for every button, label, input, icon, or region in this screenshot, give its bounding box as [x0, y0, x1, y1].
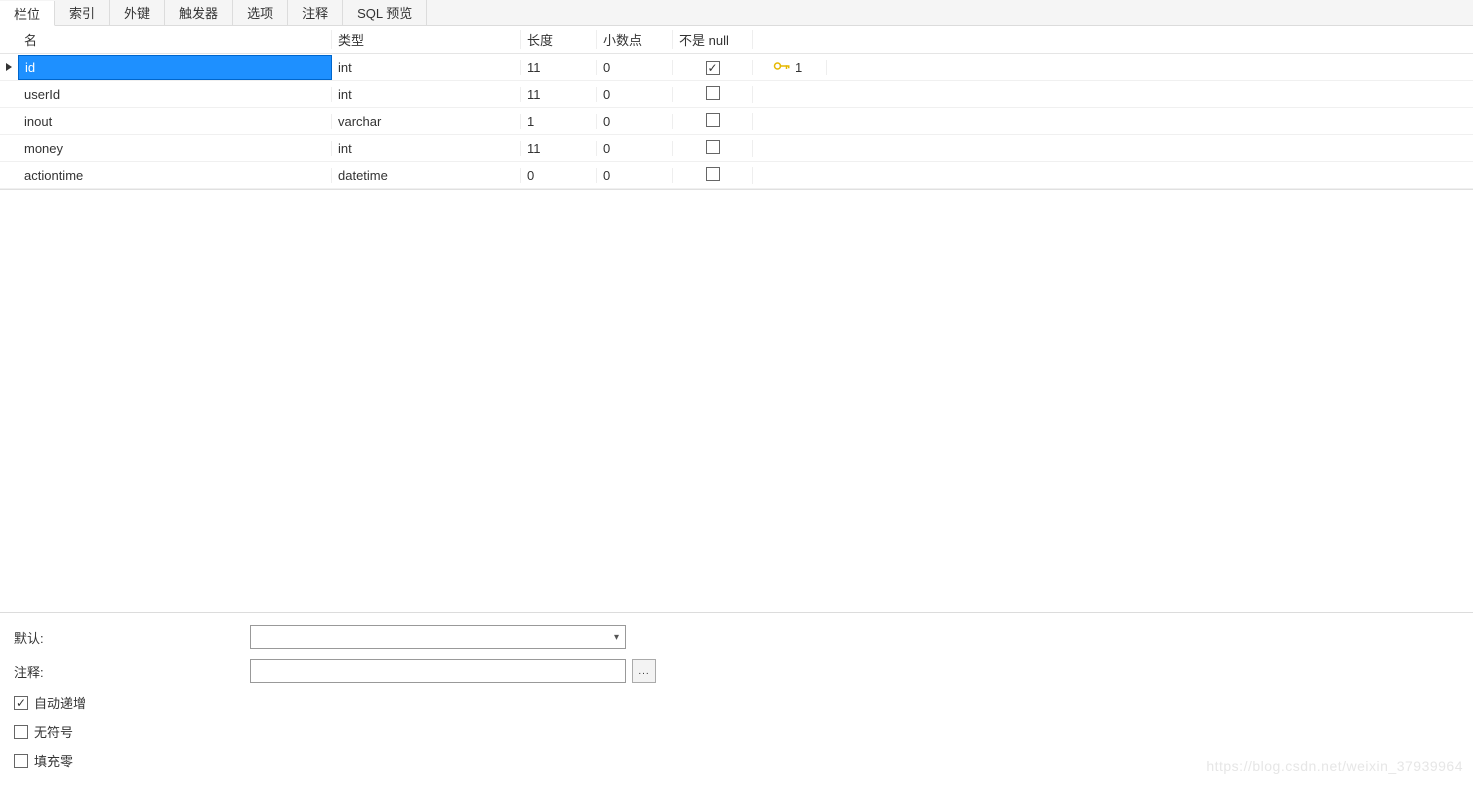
tab-5[interactable]: 注释: [288, 0, 343, 25]
table-row[interactable]: idint110 1: [0, 54, 1473, 81]
cell-length[interactable]: 11: [521, 87, 597, 102]
tab-2[interactable]: 外键: [110, 0, 165, 25]
cell-name[interactable]: money: [18, 141, 332, 156]
unsigned-label: 无符号: [34, 722, 73, 741]
cell-notnull[interactable]: [673, 167, 753, 184]
default-label: 默认:: [14, 628, 250, 647]
tab-3[interactable]: 触发器: [165, 0, 233, 25]
zerofill-checkbox[interactable]: [14, 754, 28, 768]
cell-decimal[interactable]: 0: [597, 168, 673, 183]
auto-increment-label: 自动递增: [34, 693, 86, 712]
grid-header-row: 名 类型 长度 小数点 不是 null: [0, 26, 1473, 54]
tab-0[interactable]: 栏位: [0, 1, 55, 26]
comment-input[interactable]: [250, 659, 626, 683]
tab-6[interactable]: SQL 预览: [343, 0, 427, 25]
unsigned-checkbox[interactable]: [14, 725, 28, 739]
default-value-combo[interactable]: ▾: [250, 625, 626, 649]
header-notnull[interactable]: 不是 null: [673, 30, 753, 49]
cell-decimal[interactable]: 0: [597, 87, 673, 102]
cell-type[interactable]: varchar: [332, 114, 521, 129]
notnull-checkbox[interactable]: [706, 167, 720, 181]
comment-more-button[interactable]: ...: [632, 659, 656, 683]
cell-name[interactable]: userId: [18, 87, 332, 102]
cell-length[interactable]: 11: [521, 141, 597, 156]
column-properties-panel: 默认: ▾ 注释: ... 自动递增 无符号 填充零: [0, 612, 1473, 786]
header-decimal[interactable]: 小数点: [597, 30, 673, 49]
chevron-down-icon: ▾: [614, 632, 619, 643]
auto-increment-checkbox[interactable]: [14, 696, 28, 710]
cell-notnull[interactable]: [673, 113, 753, 130]
cell-notnull[interactable]: [673, 60, 753, 75]
columns-grid: 名 类型 长度 小数点 不是 null idint1101userIdint11…: [0, 26, 1473, 190]
cell-length[interactable]: 1: [521, 114, 597, 129]
cell-length[interactable]: 0: [521, 168, 597, 183]
key-icon: [773, 60, 791, 75]
header-name[interactable]: 名: [18, 30, 332, 49]
notnull-checkbox[interactable]: [706, 86, 720, 100]
grid-body: idint1101userIdint110inoutvarchar10money…: [0, 54, 1473, 189]
cell-decimal[interactable]: 0: [597, 114, 673, 129]
table-row[interactable]: actiontimedatetime00: [0, 162, 1473, 189]
cell-type[interactable]: int: [332, 60, 521, 75]
cell-decimal[interactable]: 0: [597, 60, 673, 75]
tab-bar: 栏位索引外键触发器选项注释SQL 预览: [0, 0, 1473, 26]
table-row[interactable]: moneyint110: [0, 135, 1473, 162]
cell-type[interactable]: int: [332, 141, 521, 156]
cell-type[interactable]: int: [332, 87, 521, 102]
header-type[interactable]: 类型: [332, 30, 521, 49]
cell-type[interactable]: datetime: [332, 168, 521, 183]
table-row[interactable]: userIdint110: [0, 81, 1473, 108]
cell-length[interactable]: 11: [521, 60, 597, 75]
comment-label: 注释:: [14, 662, 250, 681]
zerofill-label: 填充零: [34, 751, 73, 770]
notnull-checkbox[interactable]: [706, 61, 720, 75]
tab-4[interactable]: 选项: [233, 0, 288, 25]
key-index: 1: [795, 60, 802, 75]
table-row[interactable]: inoutvarchar10: [0, 108, 1473, 135]
cell-name[interactable]: actiontime: [18, 168, 332, 183]
row-indicator-icon: [0, 62, 18, 72]
notnull-checkbox[interactable]: [706, 113, 720, 127]
header-length[interactable]: 长度: [521, 30, 597, 49]
cell-name[interactable]: id: [18, 55, 332, 80]
cell-notnull[interactable]: [673, 86, 753, 103]
cell-name[interactable]: inout: [18, 114, 332, 129]
notnull-checkbox[interactable]: [706, 140, 720, 154]
cell-notnull[interactable]: [673, 140, 753, 157]
cell-primary-key[interactable]: 1: [753, 60, 827, 75]
cell-decimal[interactable]: 0: [597, 141, 673, 156]
tab-1[interactable]: 索引: [55, 0, 110, 25]
